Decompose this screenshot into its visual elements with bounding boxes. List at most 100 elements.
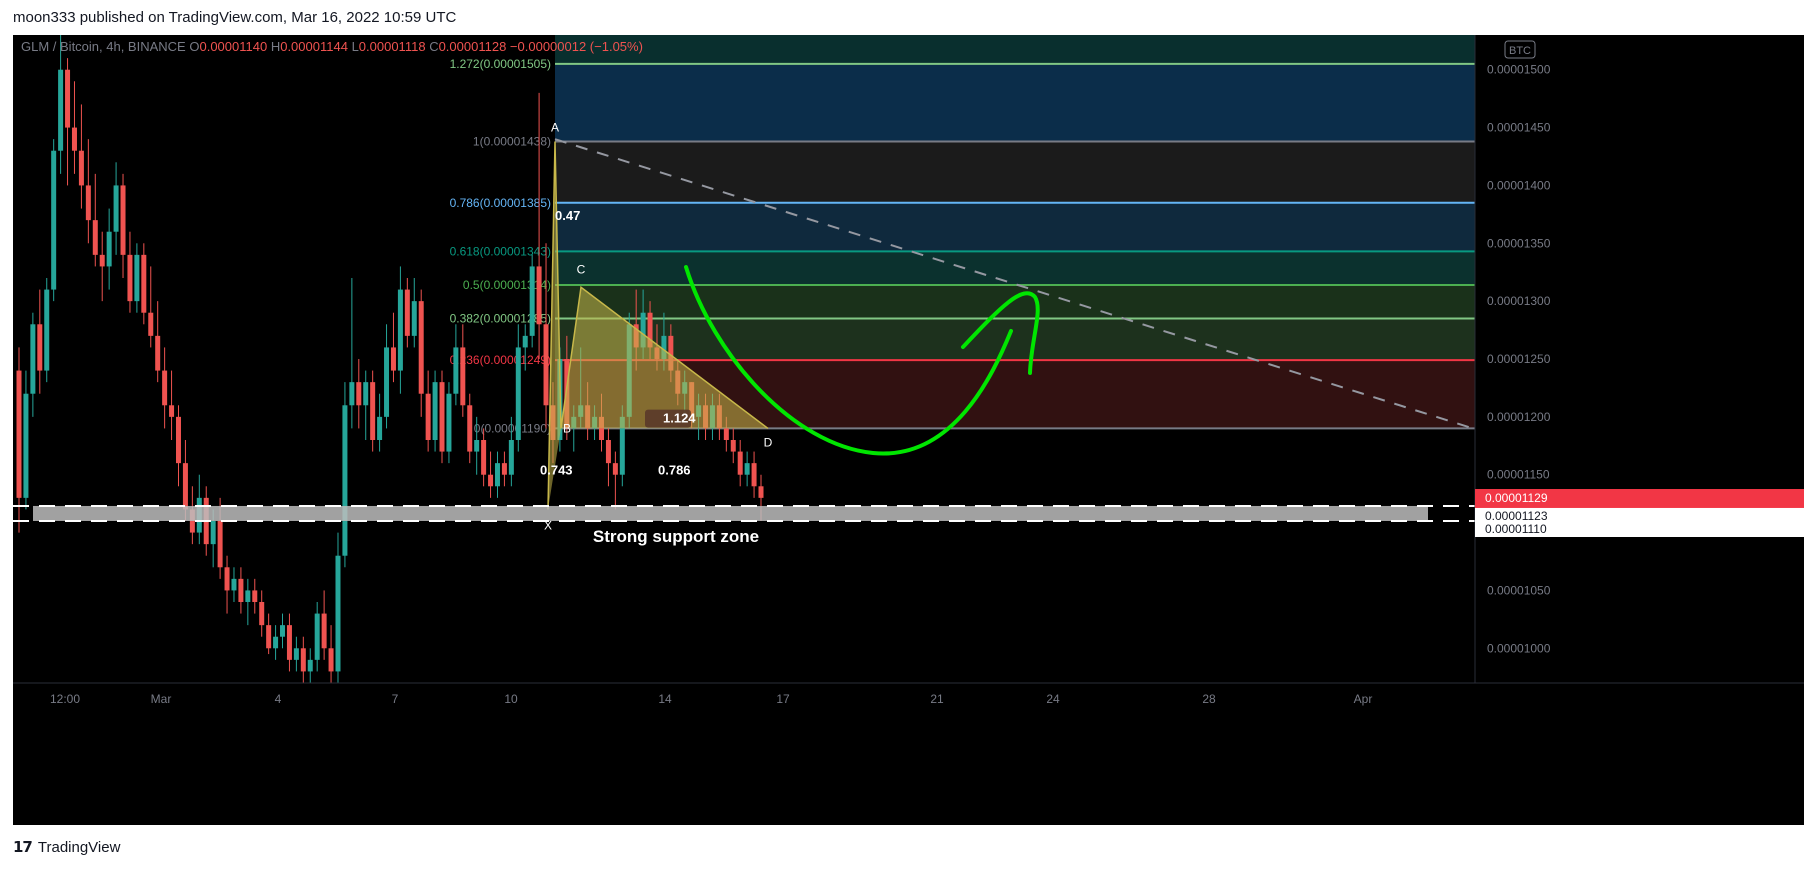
candle-body[interactable] — [404, 289, 410, 336]
candle-body[interactable] — [328, 648, 334, 672]
candle-body[interactable] — [370, 382, 376, 440]
candle-body[interactable] — [481, 440, 487, 475]
candle-body[interactable] — [162, 370, 168, 406]
candle-body[interactable] — [127, 254, 133, 302]
candle-body[interactable] — [515, 347, 521, 440]
candle-body[interactable] — [85, 185, 91, 221]
candle-body[interactable] — [737, 451, 743, 475]
y-tick-label: 0.00001250 — [1487, 352, 1551, 366]
candle-body[interactable] — [390, 347, 396, 371]
candle-body[interactable] — [425, 393, 431, 440]
candle-body[interactable] — [411, 301, 417, 336]
candle-body[interactable] — [453, 347, 459, 394]
candle-body[interactable] — [446, 393, 452, 452]
candle-body[interactable] — [307, 659, 313, 672]
pattern-point-label: C — [577, 262, 586, 276]
candle-body[interactable] — [300, 648, 306, 672]
candle-body[interactable] — [148, 312, 154, 336]
candle-body[interactable] — [113, 185, 119, 232]
candle-body[interactable] — [266, 625, 272, 649]
candle-body[interactable] — [169, 405, 175, 417]
candle-body[interactable] — [467, 405, 473, 452]
footer-brand[interactable]: 17 TradingView — [13, 838, 120, 856]
candle-body[interactable] — [460, 347, 466, 406]
candle-body[interactable] — [252, 590, 258, 602]
candle-body[interactable] — [106, 231, 112, 267]
x-tick-label: 7 — [392, 692, 399, 706]
candle-body[interactable] — [612, 463, 618, 475]
candle-body[interactable] — [217, 521, 223, 568]
candle-body[interactable] — [23, 393, 29, 498]
candle-body[interactable] — [418, 301, 424, 394]
fib-price: 0.00001385 — [484, 196, 548, 210]
candle-body[interactable] — [501, 463, 507, 475]
candle-body[interactable] — [134, 254, 140, 302]
candle-body[interactable] — [508, 440, 514, 475]
candle-body[interactable] — [494, 463, 500, 487]
candle-body[interactable] — [231, 578, 237, 591]
candle-body[interactable] — [605, 440, 611, 464]
candle-body[interactable] — [210, 521, 216, 545]
candle-body[interactable] — [141, 254, 147, 313]
candle-body[interactable] — [522, 335, 528, 348]
candle-body[interactable] — [432, 382, 438, 440]
candle-body[interactable] — [238, 578, 244, 602]
candle-body[interactable] — [744, 463, 750, 475]
candle-body[interactable] — [730, 440, 736, 452]
candle-body[interactable] — [51, 150, 57, 290]
pattern-ratio-label: 0.743 — [540, 463, 573, 478]
candle-body[interactable] — [536, 266, 542, 325]
candle-body[interactable] — [342, 405, 348, 556]
candlestick-chart[interactable]: 1.272(0.00001505)1(0.00001438)0.786(0.00… — [13, 35, 1804, 825]
candle-body[interactable] — [293, 648, 299, 660]
candle-body[interactable] — [78, 150, 84, 186]
candle-body[interactable] — [37, 324, 43, 371]
candle-body[interactable] — [356, 382, 362, 406]
level-price-value: 0.00001110 — [1485, 522, 1547, 536]
candle-body[interactable] — [92, 220, 98, 255]
candle-body[interactable] — [751, 463, 757, 487]
candle-body[interactable] — [363, 382, 369, 406]
candle-body[interactable] — [335, 555, 341, 672]
candle-body[interactable] — [44, 289, 50, 371]
candle-body[interactable] — [474, 440, 480, 452]
candle-body[interactable] — [71, 127, 77, 151]
x-tick-label: 17 — [776, 692, 790, 706]
candle-body[interactable] — [245, 590, 251, 602]
candle-body[interactable] — [155, 335, 161, 371]
candle-body[interactable] — [99, 254, 105, 267]
candle-body[interactable] — [384, 347, 390, 417]
candle-body[interactable] — [30, 324, 36, 394]
candle-body[interactable] — [321, 613, 327, 649]
candle-body[interactable] — [529, 266, 535, 336]
fib-ratio: 0.786 — [450, 196, 480, 210]
fib-level-label: 0.786(0.00001385) — [450, 196, 551, 210]
candle-body[interactable] — [758, 486, 764, 498]
candle-body[interactable] — [397, 289, 403, 371]
support-zone[interactable] — [33, 505, 1428, 521]
candle-body[interactable] — [439, 382, 445, 452]
candle-body[interactable] — [543, 324, 549, 406]
candle-body[interactable] — [65, 69, 71, 128]
candle-body[interactable] — [273, 636, 279, 649]
candle-body[interactable] — [120, 185, 126, 255]
candle-body[interactable] — [224, 567, 230, 591]
candle-body[interactable] — [175, 416, 181, 464]
candle-body[interactable] — [723, 428, 729, 440]
candle-body[interactable] — [280, 625, 286, 637]
pattern-point-label: B — [563, 421, 571, 435]
candle-body[interactable] — [182, 463, 188, 510]
x-tick-label: Mar — [151, 692, 172, 706]
candle-body[interactable] — [16, 370, 22, 498]
candle-body[interactable] — [488, 474, 494, 487]
candle-body[interactable] — [259, 602, 265, 626]
candle-body[interactable] — [286, 625, 292, 660]
candle-body[interactable] — [58, 69, 64, 151]
candle-body[interactable] — [377, 416, 383, 440]
candle-body[interactable] — [314, 613, 320, 660]
chart-frame[interactable]: 1.272(0.00001505) 1(0.00001438) 0.786(0.00… — [13, 35, 1804, 825]
level-price-value: 0.00001123 — [1485, 509, 1548, 523]
candle-body[interactable] — [349, 382, 355, 406]
current-price-value: 0.00001129 — [1485, 491, 1548, 505]
fib-zone — [555, 35, 1475, 64]
